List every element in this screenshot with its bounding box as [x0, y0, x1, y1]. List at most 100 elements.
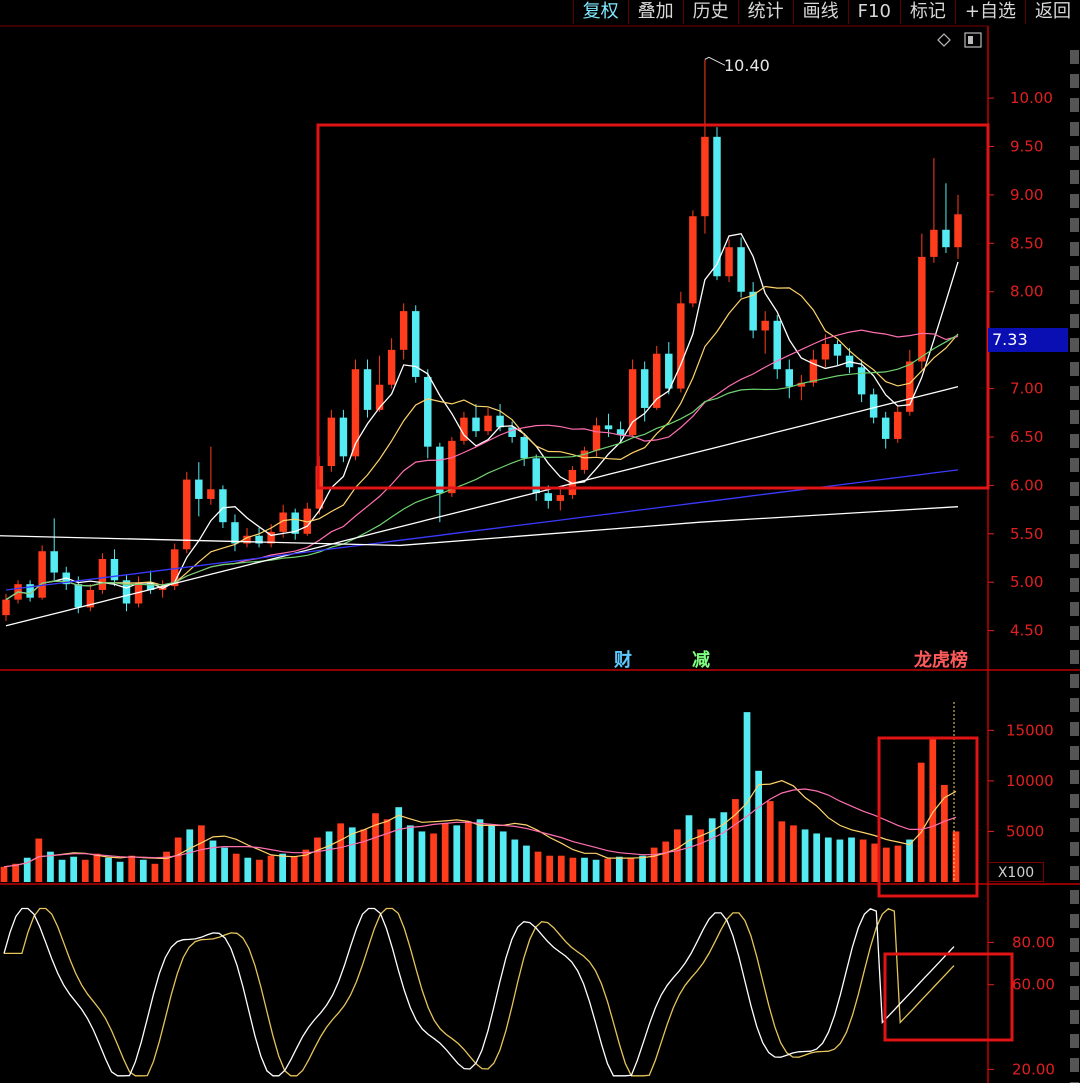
volume-bar [406, 825, 414, 882]
price-tick-label: 4.50 [1010, 622, 1043, 640]
peak-price-label: 10.40 [724, 56, 770, 75]
candle-body [749, 291, 757, 331]
volume-bar [499, 831, 507, 882]
side-panel-glyph [1070, 818, 1079, 832]
volume-bar [824, 837, 832, 882]
highlight-boxes [316, 123, 1014, 1042]
side-panel-glyph [1070, 578, 1079, 592]
candle-body [98, 558, 107, 590]
candle-body [339, 417, 348, 457]
side-panel-glyph [1070, 194, 1079, 208]
candle-body [50, 551, 58, 573]
volume-bar [836, 839, 844, 882]
candle-body [556, 495, 565, 501]
candle-body [424, 376, 432, 447]
candle-body [881, 417, 890, 439]
candle-body [448, 440, 456, 494]
event-marker-earnings[interactable]: 财 [614, 646, 632, 672]
volume-bar [639, 855, 646, 882]
volume-bar [592, 859, 600, 882]
candle-body [833, 344, 842, 356]
volume-bar [778, 821, 786, 882]
candle-body [363, 369, 372, 410]
side-panel-glyph [1070, 530, 1079, 544]
volume-bar [534, 851, 542, 882]
volume-bar [267, 855, 275, 882]
volume-bar [941, 784, 948, 882]
event-marker-reduction[interactable]: 减 [692, 646, 710, 672]
candle-body [231, 522, 239, 544]
candle-body [665, 353, 673, 389]
side-panel-glyph [1070, 914, 1079, 928]
price-tick-label: 5.50 [1010, 525, 1043, 543]
side-panel-glyph [1070, 218, 1079, 232]
volume-bar [488, 825, 495, 882]
volume-bar [906, 839, 913, 882]
candle-body [508, 427, 516, 437]
candle-body [74, 584, 83, 608]
side-panel-glyph [1070, 746, 1079, 760]
side-panel-glyph [1070, 434, 1079, 448]
volume-bar [569, 857, 577, 882]
side-panel-glyph [1070, 242, 1079, 256]
volume-tick-label: 5000 [1006, 822, 1044, 840]
side-panel-glyph [1070, 410, 1079, 424]
volume-bar [337, 823, 345, 882]
volume-bar [894, 845, 902, 882]
side-panel-glyph [1070, 362, 1079, 376]
volume-bar [848, 837, 855, 882]
ma250-line [0, 506, 959, 547]
side-panel-glyph [1070, 962, 1079, 976]
candle-body [592, 425, 601, 451]
side-panel-glyph [1070, 146, 1079, 160]
volume-bar [372, 813, 379, 882]
side-panel-glyph [1070, 338, 1079, 352]
volume-bar [662, 841, 670, 882]
candle-body [387, 349, 396, 385]
side-panel [1070, 50, 1079, 1083]
chart-frame [0, 25, 1080, 1083]
highlight-box-oscillator-cross [883, 952, 1014, 1042]
side-panel-glyph [1070, 386, 1079, 400]
side-panel-glyph [1070, 554, 1079, 568]
volume-bar [290, 856, 298, 882]
volume-bar [116, 861, 124, 882]
side-panel-glyph [1070, 122, 1079, 136]
candle-body [38, 551, 46, 598]
volume-bar [430, 833, 437, 882]
volume-bar [58, 859, 66, 882]
volume-bar [627, 857, 635, 882]
candle-body [930, 229, 938, 257]
candle-body [327, 417, 336, 467]
volume-bar [557, 855, 565, 882]
side-panel-glyph [1070, 674, 1079, 688]
side-panel-glyph [1070, 650, 1079, 664]
side-panel-glyph [1070, 506, 1079, 520]
candle-body [520, 436, 528, 459]
volume-bar [395, 807, 403, 882]
volume-bar [151, 863, 159, 882]
volume-bar [453, 825, 461, 882]
price-tick-label: 10.00 [1010, 89, 1053, 107]
volume-bar [360, 829, 368, 882]
volume-bar [650, 847, 658, 882]
volume-bar [523, 845, 530, 882]
candle-body [472, 417, 480, 432]
candle-body [785, 369, 794, 387]
candle-body [375, 384, 384, 410]
side-panel-glyph [1070, 842, 1079, 856]
volume-bar [882, 847, 890, 882]
side-panel-glyph [1070, 1010, 1079, 1024]
event-marker-dragon-tiger[interactable]: 龙虎榜 [914, 646, 968, 672]
current-price-badge: 7.33 [988, 328, 1068, 352]
volume-bar [418, 831, 426, 882]
side-panel-glyph [1070, 170, 1079, 184]
side-panel-glyph [1070, 290, 1079, 304]
side-panel-glyph [1070, 986, 1079, 1000]
volume-bar [743, 712, 751, 882]
volume-bar [465, 821, 472, 882]
price-tick-label: 6.50 [1010, 428, 1043, 446]
oscillator-tick-label: 60.00 [1012, 976, 1055, 994]
chart-stage: 4.505.005.506.006.507.007.508.008.509.00… [0, 25, 1080, 1083]
volume-bar [279, 853, 287, 882]
